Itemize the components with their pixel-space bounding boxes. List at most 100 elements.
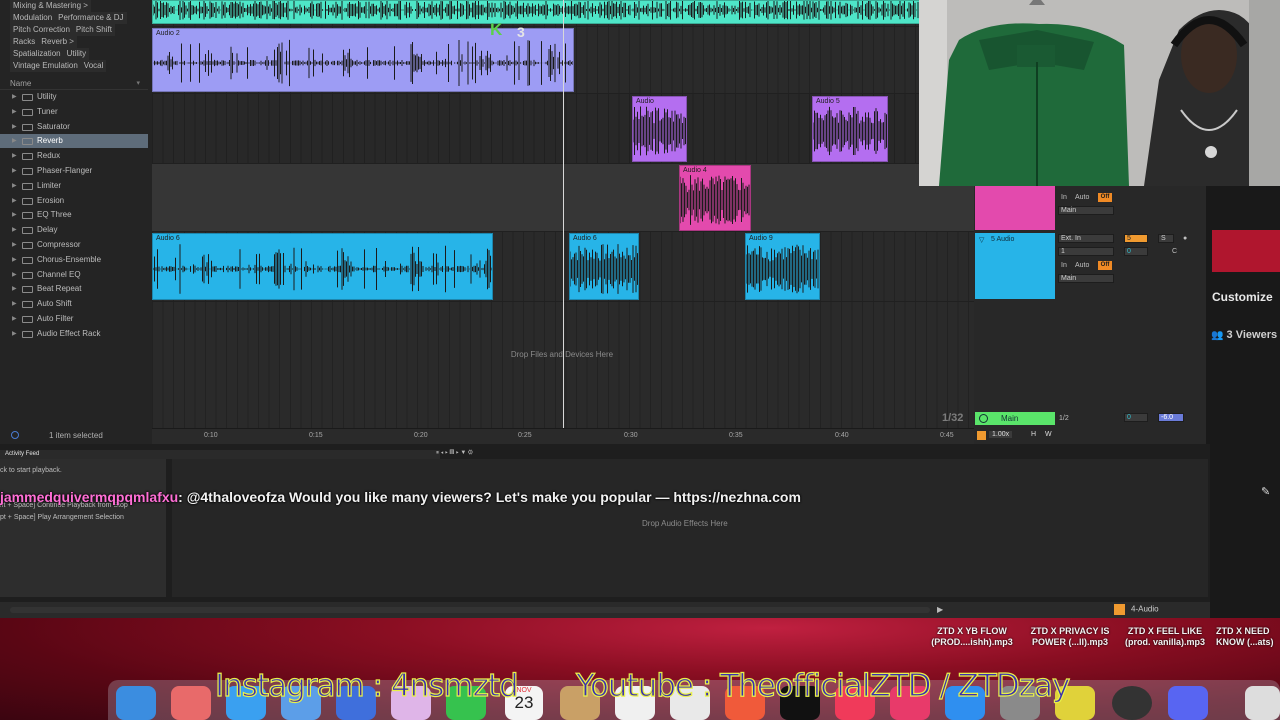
device-list-item[interactable]: ▶ Phaser-Flanger: [0, 164, 148, 178]
expand-icon[interactable]: ▶: [12, 312, 17, 326]
expand-icon[interactable]: ▶: [12, 149, 17, 163]
settings-icon[interactable]: ⚙: [468, 450, 473, 456]
monitor-off[interactable]: Off: [1098, 193, 1112, 202]
device-list-item[interactable]: ▶ Tuner: [0, 105, 148, 119]
discord-icon[interactable]: [1168, 686, 1208, 720]
track-activator[interactable]: 5: [1124, 234, 1148, 243]
preview-thumbnail[interactable]: [1212, 230, 1280, 272]
expand-icon[interactable]: ▶: [12, 327, 17, 341]
tag-racks[interactable]: Racks: [10, 36, 39, 48]
device-chain[interactable]: [172, 459, 1208, 597]
device-list-item[interactable]: ▶ Auto Shift: [0, 297, 148, 311]
device-list-item[interactable]: ▶ Chorus-Ensemble: [0, 253, 148, 267]
tag-modulation[interactable]: Modulation: [10, 12, 56, 24]
tag-pitch-shift[interactable]: Pitch Shift: [72, 24, 115, 36]
pan-center[interactable]: C: [1172, 248, 1177, 255]
play-icon[interactable]: [979, 414, 988, 423]
expand-icon[interactable]: ▶: [12, 134, 17, 148]
arrangement-view[interactable]: Audio 2 Audio Audio 5 Audio 4 Audio 6 Au…: [152, 0, 974, 428]
launchpad-icon[interactable]: [171, 686, 211, 720]
device-list-item[interactable]: ▶ Auto Filter: [0, 312, 148, 326]
filter-icon[interactable]: ▼: [460, 450, 466, 456]
desktop-file[interactable]: ZTD X PRIVACY IS POWER (...ll).mp3: [1015, 626, 1125, 648]
device-list-item[interactable]: ▶ Channel EQ: [0, 268, 148, 282]
desktop-file[interactable]: ZTD X NEED KNOW (...ats): [1200, 626, 1280, 648]
column-header-name[interactable]: Name ▾: [0, 78, 148, 90]
quantize-value[interactable]: 1/2: [1059, 415, 1069, 422]
finder-icon[interactable]: [116, 686, 156, 720]
obs-icon[interactable]: [1112, 686, 1152, 720]
device-list-item[interactable]: ▶ Utility: [0, 90, 148, 104]
input-type-select[interactable]: Ext. In: [1058, 234, 1114, 243]
customize-button[interactable]: Customize: [1212, 290, 1273, 304]
tag-performance[interactable]: Performance & DJ: [55, 12, 127, 24]
output-select[interactable]: Main: [1058, 206, 1114, 215]
expand-icon[interactable]: ▶: [12, 282, 17, 296]
w-toggle[interactable]: W: [1045, 431, 1052, 438]
monitor-off[interactable]: Off: [1098, 261, 1112, 270]
master-send[interactable]: 0: [1124, 413, 1148, 422]
follow-icon[interactable]: [977, 431, 986, 440]
audio-clip-audio-9[interactable]: Audio 9: [745, 233, 820, 300]
device-list-item[interactable]: ▶ Audio Effect Rack: [0, 327, 148, 341]
view-icon[interactable]: ◂: [441, 450, 444, 456]
solo-button[interactable]: S: [1158, 234, 1174, 243]
tag-reverb[interactable]: Reverb >: [38, 36, 77, 48]
audio-clip-audio-6b[interactable]: Audio 6: [569, 233, 639, 300]
expand-icon[interactable]: ▶: [12, 223, 17, 237]
device-list-item[interactable]: ▶ EQ Three: [0, 208, 148, 222]
expand-icon[interactable]: ▶: [12, 164, 17, 178]
drop-effects-hint[interactable]: Drop Audio Effects Here: [642, 519, 728, 528]
tag-spatialization[interactable]: Spatialization: [10, 48, 64, 60]
expand-icon[interactable]: ▶: [12, 194, 17, 208]
expand-icon[interactable]: ▶: [12, 297, 17, 311]
expand-icon[interactable]: ▶: [12, 90, 17, 104]
expand-icon[interactable]: ▶: [12, 238, 17, 252]
expand-icon[interactable]: ▶: [12, 105, 17, 119]
grid-fraction[interactable]: 1/32: [942, 412, 963, 424]
input-channel-select[interactable]: 1: [1058, 247, 1114, 256]
fold-icon[interactable]: ▽: [979, 236, 984, 244]
device-list-item[interactable]: ▶ Delay: [0, 223, 148, 237]
expand-icon[interactable]: ▶: [12, 268, 17, 282]
audio-clip-audio-6[interactable]: Audio 6: [152, 233, 493, 300]
expand-icon[interactable]: ▶: [12, 208, 17, 222]
track-4-slot[interactable]: [975, 186, 1055, 230]
device-list-item[interactable]: ▶ Beat Repeat: [0, 282, 148, 296]
playhead[interactable]: [563, 0, 564, 428]
play-icon[interactable]: ▶: [937, 605, 943, 614]
view-icon[interactable]: ▸: [445, 450, 448, 456]
master-volume[interactable]: -6.0: [1158, 413, 1184, 422]
device-list-item[interactable]: ▶ Reverb: [0, 134, 148, 149]
expand-icon[interactable]: ▶: [12, 179, 17, 193]
send-value[interactable]: 0: [1124, 247, 1148, 256]
audio-clip-audio[interactable]: Audio: [632, 96, 687, 162]
device-list-item[interactable]: ▶ Saturator: [0, 120, 148, 134]
track-5-header[interactable]: ▽ 5 Audio: [975, 233, 1055, 299]
tag-pitch-correction[interactable]: Pitch Correction: [10, 24, 73, 36]
tempo-scale[interactable]: 1.00x: [989, 431, 1013, 438]
monitor-auto[interactable]: Auto: [1075, 262, 1089, 269]
output-select[interactable]: Main: [1058, 274, 1114, 283]
tag-mixing[interactable]: Mixing & Mastering >: [10, 0, 91, 12]
tag-utility[interactable]: Utility: [63, 48, 90, 60]
tag-vintage[interactable]: Vintage Emulation: [10, 60, 81, 72]
device-list-item[interactable]: ▶ Redux: [0, 149, 148, 163]
monitor-auto[interactable]: Auto: [1075, 194, 1089, 201]
horizontal-scrollbar[interactable]: [10, 607, 930, 613]
desktop-file[interactable]: ZTD X YB FLOW (PROD....ishh).mp3: [917, 626, 1027, 648]
view-icon[interactable]: ▤: [449, 450, 454, 456]
drop-files-hint[interactable]: Drop Files and Devices Here: [462, 350, 662, 359]
app-icon[interactable]: [1245, 686, 1280, 720]
monitor-in[interactable]: In: [1061, 194, 1067, 201]
expand-icon[interactable]: ▶: [12, 253, 17, 267]
view-icon[interactable]: ▸: [456, 450, 459, 456]
master-track[interactable]: Main: [975, 412, 1055, 425]
view-icon[interactable]: ⏸: [436, 450, 439, 456]
device-list-item[interactable]: ▶ Compressor: [0, 238, 148, 252]
monitor-in[interactable]: In: [1061, 262, 1067, 269]
tag-vocal[interactable]: Vocal: [80, 60, 107, 72]
device-list-item[interactable]: ▶ Erosion: [0, 194, 148, 208]
audio-clip-audio-4[interactable]: Audio 4: [679, 165, 751, 231]
time-ruler[interactable]: 0:10 0:15 0:20 0:25 0:30 0:35 0:40 0:45: [152, 428, 974, 444]
